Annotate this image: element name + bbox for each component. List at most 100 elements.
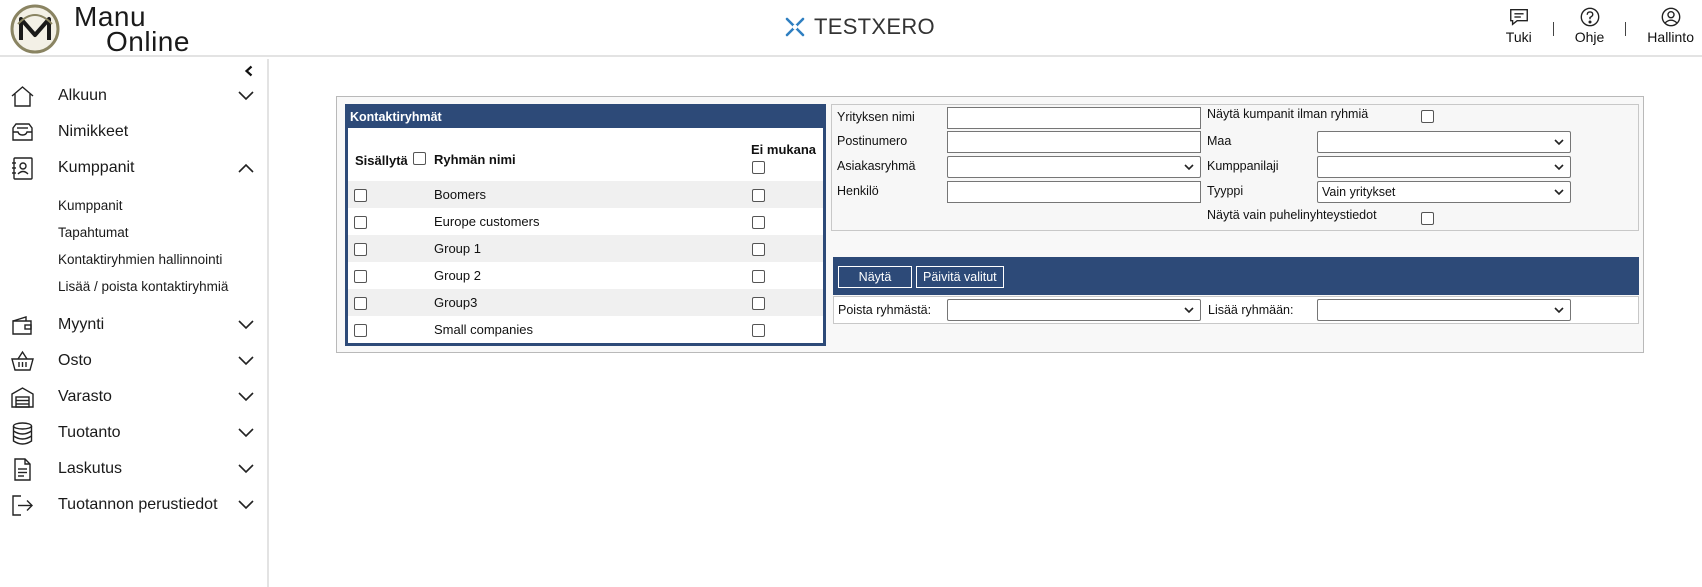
group-name: Group 2 — [434, 268, 481, 283]
sidebar-item-nimikkeet[interactable]: Nimikkeet — [0, 117, 267, 147]
phone-only-label: Näytä vain puhelinyhteystiedot — [1207, 208, 1377, 222]
remove-from-group-select[interactable] — [947, 299, 1201, 321]
exclude-checkbox[interactable] — [752, 270, 765, 283]
group-name: Group3 — [434, 295, 478, 310]
add-to-group-label: Lisää ryhmään: — [1208, 303, 1294, 317]
top-actions: Tuki Ohje Hallinto — [1506, 6, 1694, 50]
admin-button[interactable]: Hallinto — [1647, 6, 1694, 45]
country-select[interactable] — [1317, 131, 1571, 153]
admin-label: Hallinto — [1647, 29, 1694, 45]
user-icon — [1661, 7, 1681, 27]
sidebar-item-label: Varasto — [58, 388, 112, 405]
support-label: Tuki — [1505, 29, 1532, 45]
separator — [1552, 22, 1554, 36]
sidebar-item-alkuun[interactable]: Alkuun — [0, 81, 267, 111]
type-label: Tyyppi — [1207, 184, 1244, 198]
sidebar-item-label: Myynti — [58, 316, 105, 333]
exclude-checkbox[interactable] — [752, 216, 765, 229]
include-checkbox[interactable] — [354, 297, 367, 310]
sidebar-item-varasto[interactable]: Varasto — [0, 382, 267, 412]
no-groups-checkbox[interactable] — [1421, 110, 1434, 123]
chevron-down-icon — [238, 356, 254, 366]
app-header: Manu Online TESTXERO Tuki Ohje Hallinto — [0, 0, 1702, 57]
exclude-all-checkbox[interactable] — [752, 161, 765, 174]
separator — [1625, 22, 1627, 36]
chevron-down-icon — [1184, 164, 1194, 171]
no-groups-label: Näytä kumpanit ilman ryhmiä — [1207, 107, 1369, 121]
sidebar: Alkuun Nimikkeet Kumppanit Kumppanit Tap… — [0, 59, 269, 587]
add-to-group-select[interactable] — [1317, 299, 1571, 321]
document-icon — [14, 458, 31, 481]
inbox-icon — [12, 123, 33, 141]
exclude-column-header: Ei mukana — [751, 142, 817, 157]
chevron-down-icon — [1184, 307, 1194, 314]
table-row: Group3 — [348, 289, 823, 316]
group-name: Europe customers — [434, 214, 540, 229]
phone-only-checkbox[interactable] — [1421, 212, 1434, 225]
sidebar-item-tuotannon-perustiedot[interactable]: Tuotannon perustiedot — [0, 490, 267, 520]
sidebar-item-laskutus[interactable]: Laskutus — [0, 454, 267, 484]
show-button[interactable]: Näytä — [838, 266, 912, 288]
chevron-down-icon — [1554, 164, 1564, 171]
customer-group-select[interactable] — [947, 156, 1201, 178]
table-row: Small companies — [348, 316, 823, 343]
logo-emblem-icon — [10, 4, 60, 54]
company-name-input[interactable] — [947, 107, 1201, 129]
exclude-checkbox[interactable] — [752, 189, 765, 202]
contact-groups-title: Kontaktiryhmät — [348, 107, 823, 128]
exclude-checkbox[interactable] — [752, 243, 765, 256]
exclude-checkbox[interactable] — [752, 297, 765, 310]
database-icon — [12, 422, 33, 445]
chevron-down-icon — [238, 500, 254, 510]
company-brand: TESTXERO — [784, 14, 935, 40]
postal-code-label: Postinumero — [837, 134, 908, 148]
subnav-kumppanit[interactable]: Kumppanit — [58, 198, 123, 213]
sidebar-item-label: Osto — [58, 352, 92, 369]
subnav-kontaktiryhmien-hallinnointi[interactable]: Kontaktiryhmien hallinnointi — [58, 252, 222, 267]
home-icon — [11, 86, 34, 107]
include-checkbox[interactable] — [354, 216, 367, 229]
sidebar-item-label: Nimikkeet — [58, 123, 129, 140]
subnav-lisaa-poista-kontaktiryhmia[interactable]: Lisää / poista kontaktiryhmiä — [58, 279, 228, 294]
wallet-icon — [12, 316, 32, 335]
chevron-down-icon — [1554, 307, 1564, 314]
include-checkbox[interactable] — [354, 270, 367, 283]
person-label: Henkilö — [837, 184, 879, 198]
include-all-checkbox[interactable] — [413, 152, 426, 165]
partner-type-select[interactable] — [1317, 156, 1571, 178]
company-name-label: Yrityksen nimi — [837, 110, 915, 124]
sidebar-item-label: Alkuun — [58, 87, 107, 104]
include-checkbox[interactable] — [354, 324, 367, 337]
remove-from-group-label: Poista ryhmästä: — [838, 303, 932, 317]
warehouse-icon — [11, 387, 34, 408]
person-input[interactable] — [947, 181, 1201, 203]
type-select[interactable]: Vain yritykset — [1317, 181, 1571, 203]
chevron-down-icon — [238, 464, 254, 474]
help-button[interactable]: Ohje — [1575, 6, 1604, 45]
postal-code-input[interactable] — [947, 131, 1201, 153]
sidebar-item-kumppanit[interactable]: Kumppanit — [0, 153, 267, 183]
sidebar-item-osto[interactable]: Osto — [0, 346, 267, 376]
chevron-down-icon — [1554, 139, 1564, 146]
contact-card-icon — [12, 157, 33, 180]
group-name: Boomers — [434, 187, 487, 202]
include-checkbox[interactable] — [354, 189, 367, 202]
manu-online-logo[interactable]: Manu Online — [10, 3, 210, 56]
group-name: Group 1 — [434, 241, 481, 256]
update-selected-button[interactable]: Päivitä valitut — [916, 266, 1004, 288]
contact-groups-panel: Kontaktiryhmät Sisällytä Ryhmän nimi Ei … — [336, 96, 1644, 353]
subnav-tapahtumat[interactable]: Tapahtumat — [58, 225, 129, 240]
chevron-up-icon — [238, 163, 254, 173]
chevron-down-icon — [238, 320, 254, 330]
type-selected-value: Vain yritykset — [1322, 185, 1396, 199]
sidebar-item-myynti[interactable]: Myynti — [0, 310, 267, 340]
table-row: Group 2 — [348, 262, 823, 289]
include-column-header: Sisällytä — [355, 153, 408, 168]
action-bar: Näytä Päivitä valitut — [833, 257, 1639, 295]
sidebar-item-tuotanto[interactable]: Tuotanto — [0, 418, 267, 448]
include-checkbox[interactable] — [354, 243, 367, 256]
exclude-checkbox[interactable] — [752, 324, 765, 337]
collapse-sidebar-icon[interactable] — [242, 64, 256, 78]
chat-icon — [1509, 8, 1528, 26]
support-button[interactable]: Tuki — [1506, 6, 1532, 45]
